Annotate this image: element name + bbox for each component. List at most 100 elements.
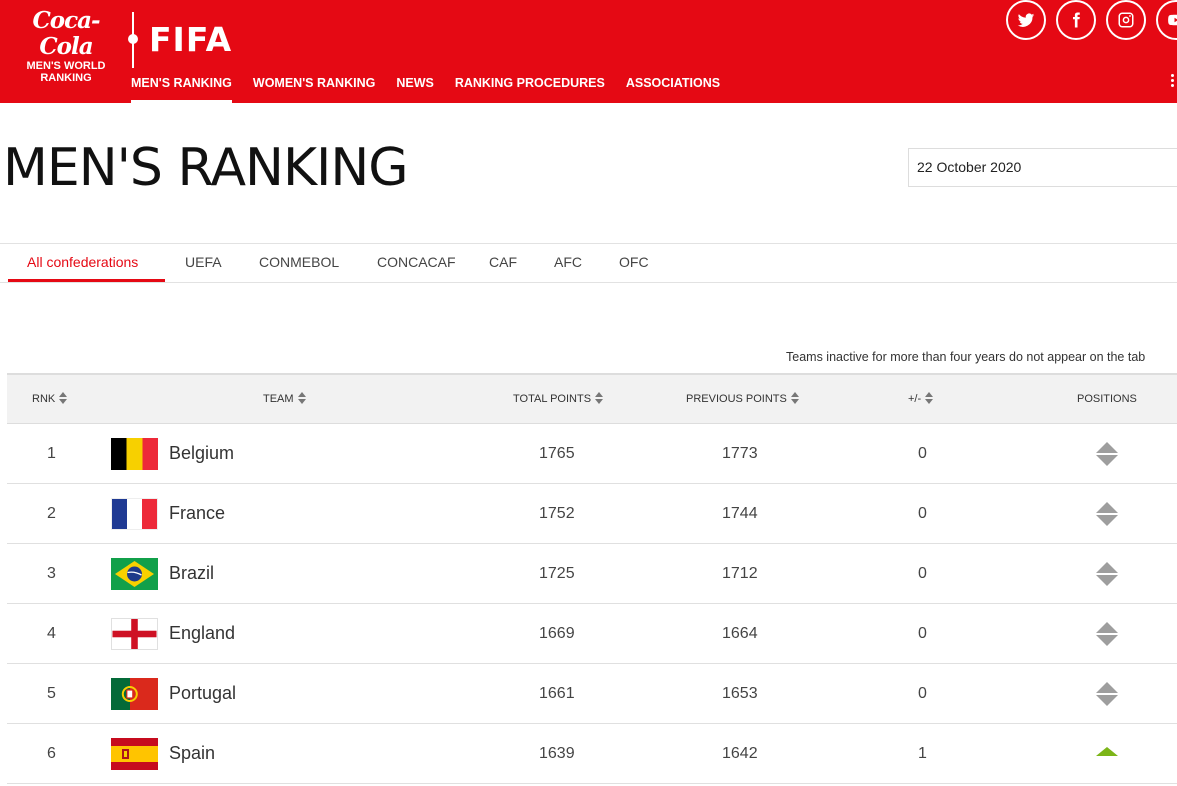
- tab-ofc[interactable]: OFC: [619, 244, 649, 283]
- england-flag-cross: [112, 619, 157, 649]
- nav-associations[interactable]: ASSOCIATIONS: [626, 74, 720, 103]
- previous-points-cell: 1712: [722, 565, 758, 582]
- tab-uefa[interactable]: UEFA: [185, 244, 222, 283]
- change-cell: 0: [918, 685, 927, 702]
- coca-cola-wordmark: Coca-Cola: [32, 7, 100, 60]
- total-points-cell: 1639: [539, 745, 575, 762]
- previous-points-cell: 1642: [722, 745, 758, 762]
- table-header: RNK TEAM TOTAL POINTS PREVIOUS POINTS +/…: [7, 373, 1177, 424]
- sort-icon[interactable]: [925, 392, 934, 405]
- tab-afc[interactable]: AFC: [554, 244, 582, 283]
- instagram-icon[interactable]: [1106, 0, 1146, 40]
- position-same-icon: [1096, 622, 1118, 646]
- sort-icon[interactable]: [595, 392, 604, 405]
- sort-icon[interactable]: [297, 392, 306, 405]
- tab-all-confederations[interactable]: All confederations: [27, 244, 138, 283]
- nav-ranking-procedures[interactable]: RANKING PROCEDURES: [455, 74, 605, 103]
- table-body: 1 Belgium 1765 1773 0 2 France 1752 1744…: [7, 424, 1177, 784]
- column-total-points[interactable]: TOTAL POINTS: [513, 375, 604, 424]
- team-name[interactable]: Portugal: [169, 664, 236, 723]
- change-cell: 1: [918, 745, 927, 762]
- column-change[interactable]: +/-: [908, 375, 934, 424]
- rank-cell: 3: [47, 565, 56, 582]
- spain-flag-icon: [111, 738, 158, 770]
- change-cell: 0: [918, 505, 927, 522]
- page-title: MEN'S RANKING: [3, 138, 409, 198]
- total-points-cell: 1669: [539, 625, 575, 642]
- nav-womens-ranking[interactable]: WOMEN'S RANKING: [253, 74, 375, 103]
- twitter-icon[interactable]: [1006, 0, 1046, 40]
- table-row[interactable]: 3 Brazil 1725 1712 0: [7, 544, 1177, 604]
- team-name[interactable]: Brazil: [169, 544, 214, 603]
- rank-cell: 4: [47, 625, 56, 642]
- column-total-points-label: TOTAL POINTS: [513, 393, 592, 405]
- inactive-teams-note: Teams inactive for more than four years …: [786, 350, 1146, 364]
- column-rank-label: RNK: [32, 393, 56, 405]
- france-flag-icon: [111, 498, 158, 530]
- column-previous-points[interactable]: PREVIOUS POINTS: [686, 375, 799, 424]
- previous-points-cell: 1653: [722, 685, 758, 702]
- position-same-icon: [1096, 562, 1118, 586]
- nav-mens-ranking[interactable]: MEN'S RANKING: [131, 74, 232, 103]
- team-name[interactable]: France: [169, 484, 225, 543]
- change-cell: 0: [918, 565, 927, 582]
- nav-news[interactable]: NEWS: [396, 74, 434, 103]
- column-team[interactable]: TEAM: [263, 375, 306, 424]
- rank-cell: 6: [47, 745, 56, 762]
- england-flag-icon: [111, 618, 158, 650]
- change-cell: 0: [918, 625, 927, 642]
- column-change-label: +/-: [908, 393, 922, 405]
- main-nav: MEN'S RANKING WOMEN'S RANKING NEWS RANKI…: [131, 74, 741, 103]
- ranking-date-select[interactable]: 22 October 2020: [908, 148, 1177, 187]
- total-points-cell: 1752: [539, 505, 575, 522]
- previous-points-cell: 1773: [722, 445, 758, 462]
- more-menu-icon[interactable]: [1171, 72, 1177, 94]
- team-name[interactable]: Belgium: [169, 424, 234, 483]
- previous-points-cell: 1744: [722, 505, 758, 522]
- portugal-flag-emblem: [121, 686, 138, 702]
- youtube-icon[interactable]: [1156, 0, 1177, 40]
- change-cell: 0: [918, 445, 927, 462]
- belgium-flag-icon: [111, 438, 158, 470]
- tab-conmebol[interactable]: CONMEBOL: [259, 244, 339, 283]
- column-rank[interactable]: RNK: [32, 375, 68, 424]
- tab-concacaf[interactable]: CONCACAF: [377, 244, 456, 283]
- rank-cell: 5: [47, 685, 56, 702]
- rank-cell: 2: [47, 505, 56, 522]
- team-name[interactable]: England: [169, 604, 235, 663]
- table-row[interactable]: 5 Portugal 1661 1653 0: [7, 664, 1177, 724]
- position-up-icon: [1096, 747, 1118, 756]
- position-same-icon: [1096, 682, 1118, 706]
- tab-caf[interactable]: CAF: [489, 244, 517, 283]
- brazil-flag-icon: [111, 558, 158, 590]
- table-row[interactable]: 6 Spain 1639 1642 1: [7, 724, 1177, 784]
- social-links: [1006, 0, 1177, 40]
- brand-line-1: MEN'S WORLD: [26, 60, 106, 72]
- total-points-cell: 1725: [539, 565, 575, 582]
- column-team-label: TEAM: [263, 393, 294, 405]
- column-positions: POSITIONS: [1077, 393, 1137, 405]
- team-name[interactable]: Spain: [169, 724, 215, 783]
- portugal-flag-icon: [111, 678, 158, 710]
- ranking-table: RNK TEAM TOTAL POINTS PREVIOUS POINTS +/…: [7, 373, 1177, 784]
- position-same-icon: [1096, 502, 1118, 526]
- coca-cola-ranking-logo[interactable]: Coca-Cola MEN'S WORLD RANKING: [10, 7, 122, 85]
- total-points-cell: 1661: [539, 685, 575, 702]
- table-row[interactable]: 1 Belgium 1765 1773 0: [7, 424, 1177, 484]
- column-previous-points-label: PREVIOUS POINTS: [686, 393, 787, 405]
- brand-divider-dot: [128, 34, 138, 44]
- table-row[interactable]: 2 France 1752 1744 0: [7, 484, 1177, 544]
- fifa-logo[interactable]: FIFA: [149, 20, 232, 60]
- brazil-flag-emblem: [115, 561, 154, 587]
- total-points-cell: 1765: [539, 445, 575, 462]
- confederation-tabs: All confederations UEFA CONMEBOL CONCACA…: [0, 243, 1177, 283]
- site-header: Coca-Cola MEN'S WORLD RANKING FIFA MEN'S…: [0, 0, 1177, 103]
- position-same-icon: [1096, 442, 1118, 466]
- sort-icon[interactable]: [59, 392, 68, 405]
- facebook-icon[interactable]: [1056, 0, 1096, 40]
- previous-points-cell: 1664: [722, 625, 758, 642]
- sort-icon[interactable]: [790, 392, 799, 405]
- rank-cell: 1: [47, 445, 56, 462]
- brand-line-2: RANKING: [40, 72, 92, 84]
- table-row[interactable]: 4 England 1669 1664 0: [7, 604, 1177, 664]
